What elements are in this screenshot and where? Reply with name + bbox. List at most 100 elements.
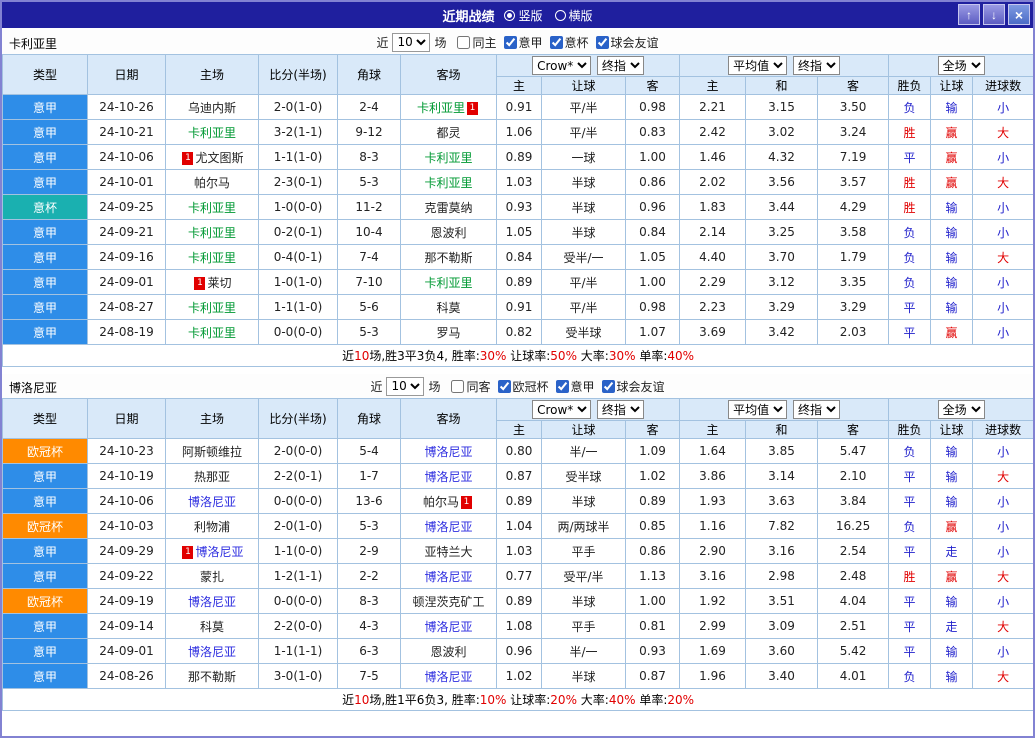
odds-away: 0.83: [624, 119, 681, 145]
odds-away: 0.86: [624, 538, 681, 564]
handicap-result-text: 输: [930, 219, 974, 245]
close-button[interactable]: ×: [1008, 4, 1030, 25]
league-filter-checkbox[interactable]: [503, 35, 517, 49]
result-text: 平: [888, 638, 932, 664]
odds-handicap: 半球: [541, 663, 626, 689]
league-filter[interactable]: 意杯: [543, 34, 589, 51]
team-label: 卡利亚里: [187, 325, 236, 340]
games-label: 场: [428, 379, 441, 394]
home-team: 乌迪内斯: [165, 94, 259, 120]
team-label: 蒙扎: [199, 569, 224, 584]
league-badge: 意甲: [2, 563, 88, 589]
avg-away: 3.84: [817, 488, 890, 514]
home-team: 1 莱切: [165, 269, 259, 295]
corner-score: 2-4: [337, 94, 401, 120]
odds-stage-select[interactable]: 终指: [596, 400, 644, 419]
scope-select[interactable]: 全场: [937, 400, 985, 419]
radio-horizontal-layout[interactable]: 横版: [554, 7, 593, 24]
league-filter-checkbox[interactable]: [549, 35, 563, 49]
bookmaker-select[interactable]: Crow*: [532, 400, 592, 419]
summary-segment: 40%: [667, 349, 695, 363]
league-filter-checkbox[interactable]: [595, 35, 609, 49]
avg-home: 1.46: [679, 144, 747, 170]
average-select[interactable]: 平均值: [728, 56, 788, 75]
league-filter-checkbox[interactable]: [497, 379, 511, 393]
odds-home: 1.03: [496, 538, 542, 564]
corner-score: 9-12: [337, 119, 401, 145]
league-filter[interactable]: 同客: [444, 378, 491, 395]
match-row: 意甲 24-09-22 蒙扎 1-2(1-1) 2-2 博洛尼亚 0.77 受平/半 1.13 3…: [2, 563, 1033, 589]
away-team: 恩波利: [400, 219, 497, 245]
league-filter[interactable]: 欧冠杯: [491, 378, 549, 395]
team-label: 克雷莫纳: [424, 200, 473, 215]
league-filter-checkbox[interactable]: [451, 379, 465, 393]
team-label: 那不勒斯: [187, 669, 236, 684]
away-team: 那不勒斯: [400, 244, 497, 270]
col-corner: 角球: [337, 398, 401, 439]
odds-away: 0.98: [624, 94, 681, 120]
col-goals: 进球数: [972, 76, 1033, 95]
goals-result-text: 大: [972, 663, 1033, 689]
team-label: 亚特兰大: [424, 544, 473, 559]
avg-away: 4.29: [817, 194, 890, 220]
average-select[interactable]: 平均值: [728, 400, 788, 419]
move-up-button[interactable]: ↑: [958, 4, 980, 25]
match-count-select[interactable]: 10: [386, 376, 425, 396]
avg-away: 4.04: [817, 588, 890, 614]
league-filters: 同主 意甲 意杯 球会友谊: [450, 34, 659, 51]
score: 0-2(0-1): [258, 219, 338, 245]
league-filter[interactable]: 意甲: [497, 34, 543, 51]
league-filter[interactable]: 意甲: [549, 378, 595, 395]
match-row: 意甲 24-10-01 帕尔马 2-3(0-1) 5-3 卡利亚里 1.03 半球 0.86 2.…: [2, 169, 1033, 195]
away-team: 帕尔马 1: [400, 488, 497, 514]
odds-away: 0.85: [624, 513, 681, 539]
team-label: 卡利亚里: [187, 250, 236, 265]
league-filter[interactable]: 球会友谊: [589, 34, 659, 51]
league-filter-checkbox[interactable]: [601, 379, 615, 393]
odds-handicap: 平/半: [541, 269, 626, 295]
odds-handicap: 受平/半: [541, 563, 626, 589]
summary-segment: 50%: [550, 349, 577, 363]
scope-select[interactable]: 全场: [937, 56, 985, 75]
match-date: 24-10-19: [87, 463, 166, 489]
home-team: 博洛尼亚: [165, 588, 259, 614]
result-text: 负: [888, 438, 932, 464]
odds-away: 1.07: [624, 319, 681, 345]
result-text: 胜: [888, 119, 932, 145]
corner-score: 5-3: [337, 319, 401, 345]
result-text: 负: [888, 244, 932, 270]
odds-home: 0.87: [496, 463, 542, 489]
match-date: 24-09-21: [87, 219, 166, 245]
bookmaker-select[interactable]: Crow*: [532, 56, 592, 75]
avg-stage-select[interactable]: 终指: [792, 400, 840, 419]
result-text: 平: [888, 463, 932, 489]
corner-score: 8-3: [337, 144, 401, 170]
goals-result-text: 小: [972, 638, 1033, 664]
team-label: 博洛尼亚: [187, 594, 236, 609]
avg-away: 2.48: [817, 563, 890, 589]
league-filter[interactable]: 球会友谊: [595, 378, 665, 395]
away-team: 恩波利: [400, 638, 497, 664]
league-filter-checkbox[interactable]: [457, 35, 471, 49]
away-team: 科莫: [400, 294, 497, 320]
odds-away: 0.89: [624, 488, 681, 514]
odds-stage-select[interactable]: 终指: [596, 56, 644, 75]
league-filter[interactable]: 同主: [450, 34, 497, 51]
match-date: 24-10-06: [87, 144, 166, 170]
handicap-result-text: 输: [930, 488, 974, 514]
odds-handicap: 半球: [541, 169, 626, 195]
radio-vertical-layout[interactable]: 竖版: [504, 7, 543, 24]
away-team: 博洛尼亚: [400, 513, 497, 539]
match-count-select[interactable]: 10: [392, 32, 431, 52]
summary-segment: 30%: [608, 349, 636, 363]
league-filter-checkbox[interactable]: [555, 379, 569, 393]
odds-handicap: 受半/一: [541, 244, 626, 270]
odds-away: 1.13: [624, 563, 681, 589]
league-filter-label: 球会友谊: [610, 35, 659, 50]
avg-away: 2.54: [817, 538, 890, 564]
col-score: 比分(半场): [258, 54, 338, 95]
away-team: 博洛尼亚: [400, 438, 497, 464]
avg-stage-select[interactable]: 终指: [792, 56, 840, 75]
handicap-result-text: 输: [930, 638, 974, 664]
move-down-button[interactable]: ↓: [983, 4, 1005, 25]
